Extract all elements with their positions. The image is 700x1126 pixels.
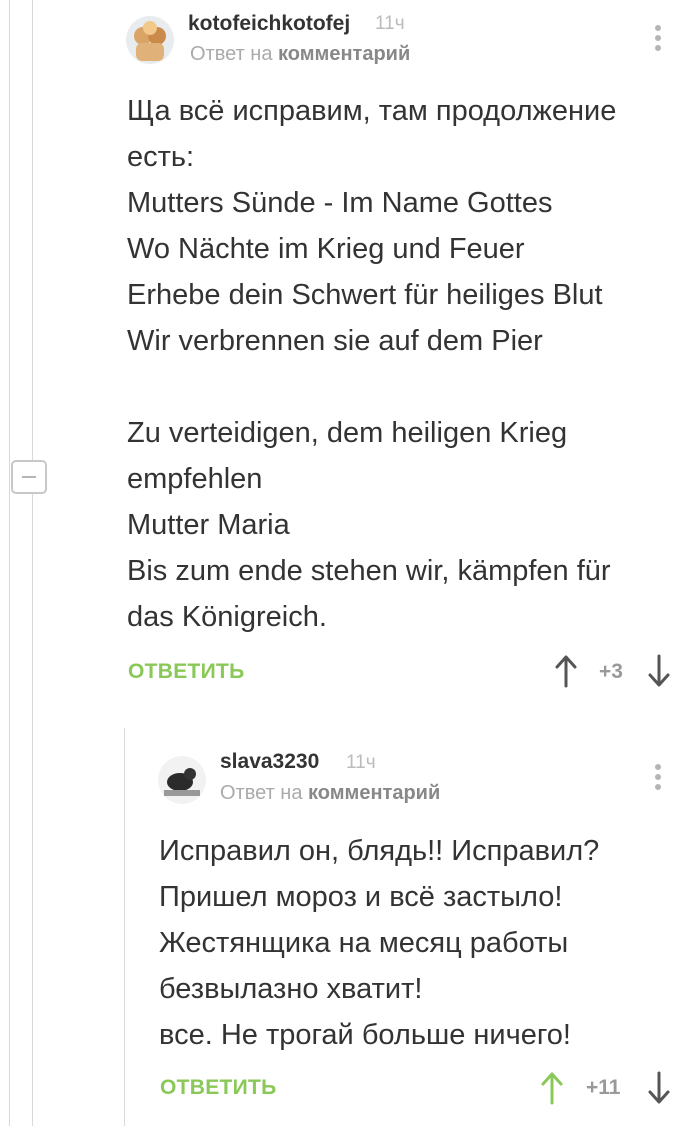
timestamp: 11ч [346, 752, 376, 773]
reply-to-target: комментарий [308, 782, 441, 804]
comment-line: безвылазно хватит! [159, 973, 423, 1005]
comment-reply: slava3230 11ч Ответ на комментарий Испра… [0, 0, 700, 1126]
comment-line: Исправил он, блядь!! Исправил? [159, 835, 600, 867]
reply-to-prefix: Ответ на [220, 782, 303, 804]
comment-line: все. Не трогай больше ничего! [159, 1019, 571, 1051]
rating-counter: +11 [586, 1076, 621, 1099]
reply-button[interactable]: ОТВЕТИТЬ [160, 1076, 277, 1100]
comment-line: Жестянщика на месяц работы [159, 927, 569, 959]
comment-line: Пришел мороз и всё застыло! [159, 881, 563, 913]
reply-to-link[interactable]: Ответ на комментарий [220, 782, 440, 805]
username[interactable]: slava3230 [220, 750, 319, 774]
arrow-up-icon[interactable] [541, 1071, 563, 1105]
more-dots-icon[interactable] [655, 764, 663, 794]
arrow-down-icon[interactable] [648, 1071, 670, 1105]
avatar [158, 756, 206, 804]
comment-body: Исправил он, блядь!! Исправил? Пришел мо… [159, 828, 599, 1058]
